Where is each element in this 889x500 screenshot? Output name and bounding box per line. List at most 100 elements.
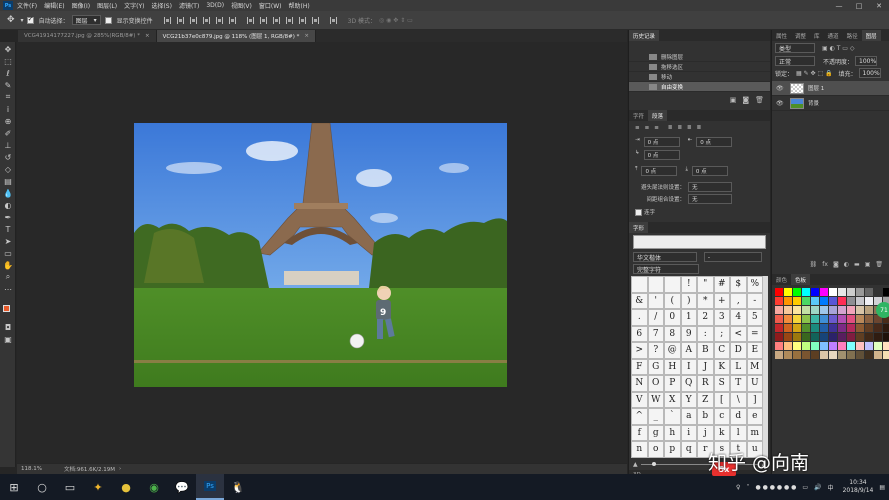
- space-after-field[interactable]: 0 点: [691, 166, 728, 176]
- glyph-cell[interactable]: 9: [680, 325, 697, 342]
- glyph-cell[interactable]: [: [713, 391, 730, 408]
- color-swatch[interactable]: [811, 342, 819, 350]
- healing-brush-tool-icon[interactable]: ⊕: [3, 116, 13, 126]
- color-swatch[interactable]: [838, 342, 846, 350]
- folder-icon[interactable]: ▬: [854, 261, 860, 268]
- distribute-left-icon[interactable]: [285, 16, 293, 24]
- color-swatch[interactable]: [802, 324, 810, 332]
- layer-row[interactable]: 👁 图层 1: [772, 81, 889, 96]
- glyph-cell[interactable]: V: [631, 391, 648, 408]
- menu-layer[interactable]: 图层(L): [97, 1, 117, 10]
- menu-view[interactable]: 视图(V): [231, 1, 252, 10]
- color-swatch[interactable]: [838, 288, 846, 296]
- 360-browser-icon[interactable]: ◉: [140, 474, 168, 500]
- glyph-cell[interactable]: L: [730, 358, 747, 375]
- color-swatch[interactable]: [865, 306, 873, 314]
- color-swatch[interactable]: [829, 288, 837, 296]
- color-swatch[interactable]: [811, 315, 819, 323]
- network-icon[interactable]: ▭: [802, 484, 808, 491]
- zoom-tool-icon[interactable]: ⌕: [3, 272, 13, 282]
- color-swatch[interactable]: [847, 306, 855, 314]
- hand-tool-icon[interactable]: ✋: [3, 260, 13, 270]
- history-item[interactable]: 自由变换: [629, 82, 770, 92]
- color-swatch[interactable]: [847, 342, 855, 350]
- color-swatch[interactable]: [856, 288, 864, 296]
- color-swatch[interactable]: [775, 324, 783, 332]
- glyph-cell[interactable]: [631, 276, 648, 293]
- glyph-cell[interactable]: o: [647, 441, 664, 458]
- align-right-icon[interactable]: ≡: [654, 125, 659, 131]
- photoshop-app-icon[interactable]: Ps: [196, 474, 224, 500]
- color-swatch[interactable]: [856, 297, 864, 305]
- glyph-cell[interactable]: m: [746, 424, 763, 441]
- color-swatch[interactable]: [811, 333, 819, 341]
- glyph-cell[interactable]: f: [631, 424, 648, 441]
- tab-document-2[interactable]: VCG21b37e0c879.jpg @ 118% (图层 1, RGB/8#)…: [156, 30, 317, 42]
- hyphenate-checkbox[interactable]: [635, 208, 642, 216]
- glyph-cell[interactable]: 1: [680, 309, 697, 326]
- first-line-indent-field[interactable]: 0 点: [643, 150, 680, 160]
- qq-icon[interactable]: 🐧: [224, 474, 252, 500]
- move-tool-icon[interactable]: ✥: [3, 44, 13, 54]
- color-swatch[interactable]: [793, 342, 801, 350]
- tab-swatches[interactable]: 色板: [791, 274, 811, 285]
- type-tool-icon[interactable]: T: [3, 224, 13, 234]
- 3d-orbit-icon[interactable]: ◎ ◉ ✥ ⇕ ▭: [379, 17, 413, 24]
- fill-field[interactable]: 100%: [858, 68, 881, 78]
- glyph-cell[interactable]: n: [631, 441, 648, 458]
- glyph-cell[interactable]: W: [647, 391, 664, 408]
- glyph-cell[interactable]: *: [697, 292, 714, 309]
- glyph-cell[interactable]: T: [730, 375, 747, 392]
- glyph-cell[interactable]: >: [631, 342, 648, 359]
- adjustment-icon[interactable]: ◐: [844, 261, 849, 268]
- show-transform-checkbox[interactable]: [104, 16, 112, 24]
- color-swatch[interactable]: [775, 297, 783, 305]
- distribute-bottom-icon[interactable]: [272, 16, 280, 24]
- user-icon[interactable]: ♀: [736, 484, 740, 491]
- color-swatch[interactable]: [784, 333, 792, 341]
- glyph-cell[interactable]: c: [713, 408, 730, 425]
- history-item[interactable]: 拖移选区: [629, 62, 770, 72]
- color-swatch[interactable]: [883, 351, 889, 359]
- color-swatch[interactable]: [802, 306, 810, 314]
- marquee-tool-icon[interactable]: ⬚: [3, 56, 13, 66]
- glyph-cell[interactable]: 0: [664, 309, 681, 326]
- color-swatch[interactable]: [865, 297, 873, 305]
- glyph-cell[interactable]: F: [631, 358, 648, 375]
- color-swatch[interactable]: [802, 288, 810, 296]
- distribute-hcenter-icon[interactable]: [298, 16, 306, 24]
- glyph-style-dropdown[interactable]: -: [703, 252, 762, 262]
- color-swatch[interactable]: [838, 333, 846, 341]
- menu-help[interactable]: 帮助(H): [289, 1, 310, 10]
- color-swatch[interactable]: [847, 333, 855, 341]
- menu-filter[interactable]: 滤镜(T): [179, 1, 199, 10]
- glyph-cell[interactable]: B: [697, 342, 714, 359]
- cortana-icon[interactable]: ○: [28, 474, 56, 500]
- color-swatch[interactable]: [856, 351, 864, 359]
- glyph-cell[interactable]: J: [697, 358, 714, 375]
- glyph-cell[interactable]: M: [746, 358, 763, 375]
- close-icon[interactable]: ×: [145, 33, 150, 39]
- notifications-icon[interactable]: ▤: [879, 484, 885, 491]
- color-swatch[interactable]: [820, 315, 828, 323]
- wechat-icon[interactable]: 💬: [168, 474, 196, 500]
- color-swatch[interactable]: [883, 333, 889, 341]
- glyph-cell[interactable]: !: [680, 276, 697, 293]
- lock-icons[interactable]: ▦ ✎ ✥ ⬚ 🔒: [796, 70, 833, 77]
- distribute-vcenter-icon[interactable]: [259, 16, 267, 24]
- rectangle-tool-icon[interactable]: ▭: [3, 248, 13, 258]
- glyph-cell[interactable]: l: [730, 424, 747, 441]
- color-swatch[interactable]: [856, 306, 864, 314]
- color-swatch[interactable]: [829, 351, 837, 359]
- auto-select-checkbox[interactable]: [26, 15, 34, 24]
- space-before-field[interactable]: 0 点: [641, 166, 678, 176]
- align-top-icon[interactable]: [163, 16, 171, 24]
- color-swatch[interactable]: [811, 297, 819, 305]
- color-swatch[interactable]: [775, 306, 783, 314]
- tab-layers[interactable]: 图层: [861, 30, 881, 41]
- color-swatch[interactable]: [784, 288, 792, 296]
- glyph-cell[interactable]: ?: [647, 342, 664, 359]
- align-bottom-icon[interactable]: [189, 16, 197, 24]
- glyph-cell[interactable]: ,: [730, 292, 747, 309]
- tray-chevron-icon[interactable]: ˄: [746, 484, 749, 491]
